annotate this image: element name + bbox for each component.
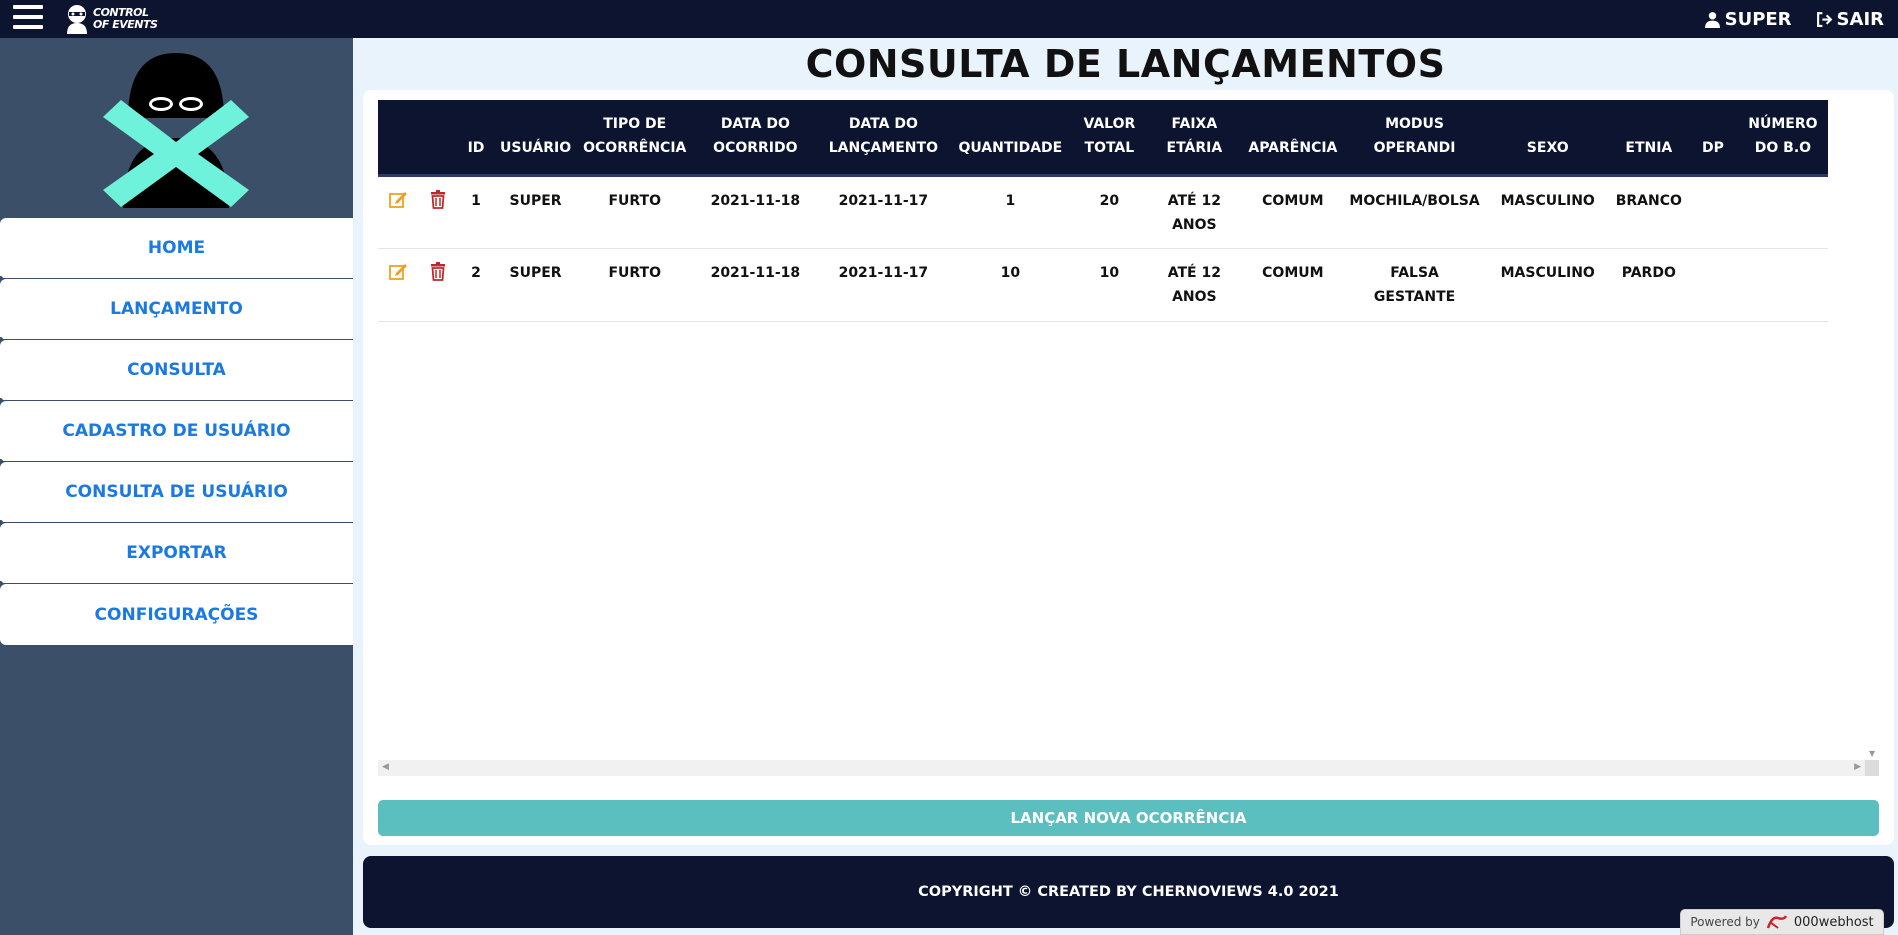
powered-by-label: Powered by	[1690, 915, 1760, 929]
cell-quantidade: 1	[948, 175, 1073, 249]
thief-logo-icon	[103, 53, 249, 208]
cell-modus-operandi: FALSA GESTANTE	[1343, 248, 1486, 322]
col-edit	[378, 100, 418, 175]
sidebar-item-lancamento[interactable]: LANÇAMENTO	[0, 279, 353, 342]
horizontal-scrollbar[interactable]: ◀ ▶	[378, 760, 1865, 776]
sidebar-item-configuracoes[interactable]: CONFIGURAÇÕES	[0, 584, 353, 648]
new-occurrence-button[interactable]: LANÇAR NOVA OCORRÊNCIA	[378, 800, 1879, 836]
col-etnia: ETNIA	[1625, 139, 1673, 156]
cell-sexo: MASCULINO	[1485, 175, 1610, 249]
col-faixa-etaria: FAIXA ETÁRIA	[1166, 115, 1223, 156]
vertical-scrollbar[interactable]: ▼	[1865, 100, 1879, 760]
cell-numero-bo	[1737, 248, 1828, 322]
table-header-row: ID USUÁRIO TIPO DE OCORRÊNCIA DATA DO OC…	[378, 100, 1828, 175]
cell-data-lancamento: 2021-11-17	[818, 175, 949, 249]
powered-by-badge[interactable]: Powered by 000webhost	[1680, 909, 1884, 935]
page-title: CONSULTA DE LANÇAMENTOS	[805, 42, 1446, 86]
sidebar: HOME LANÇAMENTO CONSULTA CADASTRO DE USU…	[0, 38, 353, 935]
sidebar-item-exportar[interactable]: EXPORTAR	[0, 523, 353, 586]
copyright-text: COPYRIGHT © CREATED BY CHERNOVIEWS 4.0 2…	[918, 884, 1339, 900]
cell-dp	[1687, 248, 1738, 322]
user-icon	[1704, 11, 1720, 28]
edit-icon[interactable]	[388, 189, 408, 209]
host-logo-icon	[1766, 915, 1788, 929]
trash-icon[interactable]	[428, 189, 448, 209]
thief-mask-icon	[67, 5, 87, 34]
main-content: CONSULTA DE LANÇAMENTOS ID USUÁRIO TIPO …	[353, 38, 1898, 935]
table-scroll-area[interactable]: ID USUÁRIO TIPO DE OCORRÊNCIA DATA DO OC…	[378, 100, 1879, 776]
cell-aparencia: COMUM	[1242, 248, 1344, 322]
cell-modus-operandi: MOCHILA/BOLSA	[1343, 175, 1486, 249]
col-usuario: USUÁRIO	[500, 139, 572, 156]
table-row: 2 SUPER FURTO 2021-11-18 2021-11-17 10 1…	[378, 248, 1828, 322]
cell-etnia: BRANCO	[1609, 175, 1688, 249]
brand-name: CONTROL OF EVENTS	[93, 7, 158, 31]
cell-quantidade: 10	[948, 248, 1073, 322]
cell-id: 1	[458, 175, 494, 249]
col-data-ocorrido: DATA DO OCORRIDO	[713, 115, 798, 156]
cell-data-ocorrido: 2021-11-18	[692, 175, 819, 249]
sidebar-nav: HOME LANÇAMENTO CONSULTA CADASTRO DE USU…	[0, 218, 353, 648]
logout-label: SAIR	[1836, 8, 1884, 30]
host-name: 000webhost	[1793, 914, 1874, 930]
cell-usuario: SUPER	[494, 175, 578, 249]
brand-logo[interactable]: CONTROL OF EVENTS	[64, 3, 158, 35]
launches-table: ID USUÁRIO TIPO DE OCORRÊNCIA DATA DO OC…	[378, 100, 1828, 322]
menu-toggle-icon[interactable]	[13, 5, 43, 32]
cell-dp	[1687, 175, 1738, 249]
cell-valor-total: 10	[1072, 248, 1147, 322]
cell-usuario: SUPER	[494, 248, 578, 322]
col-valor-total: VALOR TOTAL	[1083, 115, 1136, 156]
cell-valor-total: 20	[1072, 175, 1147, 249]
brand-line-2: OF EVENTS	[93, 18, 158, 31]
edit-icon[interactable]	[388, 261, 408, 281]
col-aparencia: APARÊNCIA	[1248, 139, 1338, 156]
cell-aparencia: COMUM	[1242, 175, 1344, 249]
trash-icon[interactable]	[428, 261, 448, 281]
col-sexo: SEXO	[1526, 139, 1569, 156]
col-data-lancamento: DATA DO LANÇAMENTO	[828, 115, 938, 156]
cell-numero-bo	[1737, 175, 1828, 249]
table-row: 1 SUPER FURTO 2021-11-18 2021-11-17 1 20…	[378, 175, 1828, 249]
col-numero-bo: NÚMERO DO B.O	[1748, 115, 1818, 156]
cell-sexo: MASCULINO	[1485, 248, 1610, 322]
user-name: SUPER	[1724, 8, 1792, 30]
results-card: ID USUÁRIO TIPO DE OCORRÊNCIA DATA DO OC…	[363, 90, 1894, 845]
cell-data-lancamento: 2021-11-17	[818, 248, 949, 322]
sidebar-item-cadastro-usuario[interactable]: CADASTRO DE USUÁRIO	[0, 401, 353, 464]
user-menu[interactable]: SUPER	[1704, 9, 1792, 30]
logout-link[interactable]: SAIR	[1816, 9, 1884, 30]
col-delete	[418, 100, 458, 175]
sidebar-item-consulta-usuario[interactable]: CONSULTA DE USUÁRIO	[0, 462, 353, 525]
footer: COPYRIGHT © CREATED BY CHERNOVIEWS 4.0 2…	[363, 856, 1894, 928]
sidebar-item-home[interactable]: HOME	[0, 218, 353, 281]
cell-faixa-etaria: ATÉ 12 ANOS	[1146, 175, 1243, 249]
cell-tipo: FURTO	[577, 248, 693, 322]
cell-etnia: PARDO	[1609, 248, 1688, 322]
col-quantidade: QUANTIDADE	[958, 139, 1063, 156]
sidebar-item-consulta[interactable]: CONSULTA	[0, 340, 353, 403]
col-dp: DP	[1701, 139, 1724, 156]
cell-id: 2	[458, 248, 494, 322]
sign-out-icon	[1816, 11, 1832, 27]
scrollbar-corner	[1865, 760, 1879, 776]
col-tipo: TIPO DE OCORRÊNCIA	[583, 115, 687, 156]
top-navbar: CONTROL OF EVENTS SUPER SAIR	[0, 0, 1898, 38]
cell-tipo: FURTO	[577, 175, 693, 249]
col-modus-operandi: MODUS OPERANDI	[1373, 115, 1456, 156]
cell-data-ocorrido: 2021-11-18	[692, 248, 819, 322]
col-id: ID	[467, 139, 485, 156]
cell-faixa-etaria: ATÉ 12 ANOS	[1146, 248, 1243, 322]
